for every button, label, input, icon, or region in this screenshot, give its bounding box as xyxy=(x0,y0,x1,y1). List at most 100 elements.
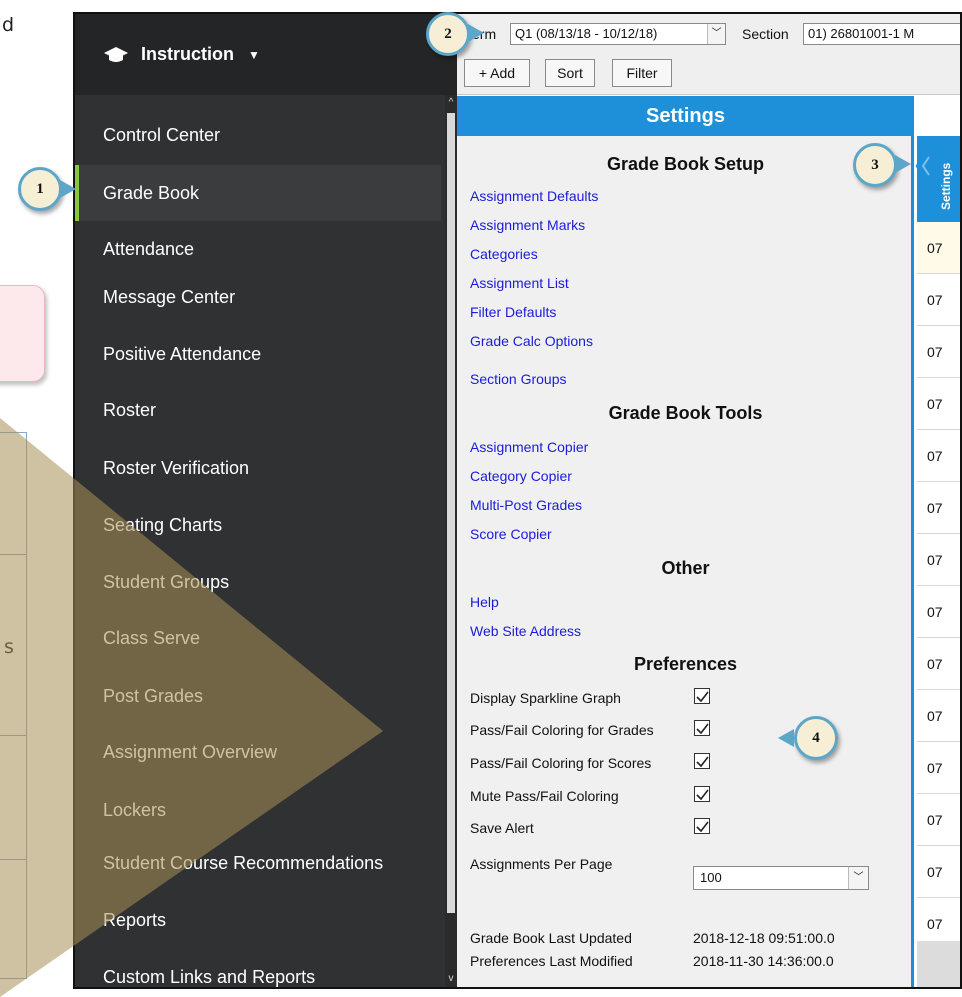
doc-table-row-line xyxy=(0,859,27,860)
sidebar-item-assignment-overview[interactable]: Assignment Overview xyxy=(75,724,441,780)
sidebar-item-class-serve[interactable]: Class Serve xyxy=(75,610,441,666)
grid-cell[interactable]: 07 xyxy=(917,794,960,846)
graduation-cap-icon xyxy=(104,46,128,62)
sidebar-scrollbar[interactable]: ^ v xyxy=(445,95,457,987)
link-categories[interactable]: Categories xyxy=(470,246,538,262)
grade-grid: Settings 07 07 07 07 07 07 07 07 07 07 0… xyxy=(917,96,960,987)
section-heading-tools: Grade Book Tools xyxy=(608,403,763,423)
pref-label: Mute Pass/Fail Coloring xyxy=(470,788,619,804)
settings-side-tab-label: Settings xyxy=(939,162,953,210)
grid-cell[interactable]: 07 xyxy=(917,482,960,534)
grid-cell[interactable]: 07 xyxy=(917,690,960,742)
scrollbar-thumb[interactable] xyxy=(447,113,455,913)
callout-badge-3: 3 xyxy=(853,143,897,187)
sidebar-item-label: Seating Charts xyxy=(103,514,223,535)
link-section-groups[interactable]: Section Groups xyxy=(470,371,567,387)
sidebar-item-student-course-recommendations[interactable]: Student Course Recommendations xyxy=(75,835,441,891)
checkbox-pass-fail-grades[interactable] xyxy=(694,720,710,736)
grid-cell[interactable]: 07 xyxy=(917,274,960,326)
link-assignment-list[interactable]: Assignment List xyxy=(470,275,569,291)
doc-text-fragment-top: d xyxy=(2,14,15,36)
sidebar-item-student-groups[interactable]: Student Groups xyxy=(75,554,441,610)
assignments-per-page-select[interactable]: 100 ﹀ xyxy=(693,866,869,890)
doc-table-row-line xyxy=(0,735,27,736)
section-heading-setup: Grade Book Setup xyxy=(606,154,765,174)
section-select[interactable]: 01) 26801001-1 M xyxy=(803,23,960,45)
checkbox-display-sparkline[interactable] xyxy=(694,688,710,704)
sidebar-item-label: Attendance xyxy=(103,238,195,259)
sidebar-item-label: Custom Links and Reports xyxy=(103,966,316,987)
section-heading-other: Other xyxy=(661,558,710,578)
sidebar-item-roster[interactable]: Roster xyxy=(75,382,441,438)
sidebar-item-label: Grade Book xyxy=(103,182,200,203)
sidebar-item-seating-charts[interactable]: Seating Charts xyxy=(75,497,441,553)
filter-button-label: Filter xyxy=(626,65,658,81)
filter-button[interactable]: Filter xyxy=(612,59,672,87)
checkbox-mute-pass-fail[interactable] xyxy=(694,786,710,802)
grid-cell[interactable]: 07 xyxy=(917,378,960,430)
pref-label: Pass/Fail Coloring for Grades xyxy=(470,722,654,738)
grid-cell[interactable]: 07 xyxy=(917,326,960,378)
check-icon xyxy=(696,821,709,833)
add-button-label: + Add xyxy=(478,65,516,81)
link-help[interactable]: Help xyxy=(470,594,499,610)
sidebar-item-roster-verification[interactable]: Roster Verification xyxy=(75,440,441,496)
chevron-down-icon: ﹀ xyxy=(707,24,725,44)
link-score-copier[interactable]: Score Copier xyxy=(470,526,552,542)
term-select[interactable]: Q1 (08/13/18 - 10/12/18) ﹀ xyxy=(510,23,726,45)
sidebar-item-label: Lockers xyxy=(103,799,167,820)
settings-title: Settings xyxy=(457,96,914,136)
sidebar-item-grade-book[interactable]: Grade Book xyxy=(75,165,441,221)
link-filter-defaults[interactable]: Filter Defaults xyxy=(470,304,556,320)
sidebar-item-control-center[interactable]: Control Center xyxy=(75,107,441,163)
check-icon xyxy=(696,723,709,735)
link-category-copier[interactable]: Category Copier xyxy=(470,468,572,484)
callout-pointer xyxy=(778,729,794,747)
collapse-panel-icon[interactable] xyxy=(913,151,931,181)
last-updated-value: 2018-12-18 09:51:00.0 xyxy=(693,930,835,946)
sidebar-header[interactable]: Instruction ▼ xyxy=(75,14,457,95)
grid-cell[interactable]: 07 xyxy=(917,430,960,482)
link-assignment-defaults[interactable]: Assignment Defaults xyxy=(470,188,598,204)
sidebar-item-positive-attendance[interactable]: Positive Attendance xyxy=(75,326,441,382)
add-button[interactable]: + Add xyxy=(464,59,530,87)
section-label: Section xyxy=(742,26,789,42)
link-assignment-copier[interactable]: Assignment Copier xyxy=(470,439,588,455)
sidebar-item-label: Control Center xyxy=(103,124,221,145)
grid-cell[interactable]: 07 xyxy=(917,638,960,690)
chevron-down-icon: ﹀ xyxy=(848,867,868,889)
sidebar-item-label: Assignment Overview xyxy=(103,741,278,762)
grid-cell[interactable]: 07 xyxy=(917,742,960,794)
sidebar-item-custom-links-and-reports[interactable]: Custom Links and Reports xyxy=(75,949,441,987)
grid-cell[interactable]: 07 xyxy=(917,586,960,638)
link-multi-post-grades[interactable]: Multi-Post Grades xyxy=(470,497,582,513)
sidebar-item-post-grades[interactable]: Post Grades xyxy=(75,668,441,724)
link-web-site-address[interactable]: Web Site Address xyxy=(470,623,581,639)
sidebar-item-label: Student Groups xyxy=(103,571,230,592)
checkbox-save-alert[interactable] xyxy=(694,818,710,834)
sidebar-item-message-center[interactable]: Message Center xyxy=(75,269,441,325)
pref-label: Pass/Fail Coloring for Scores xyxy=(470,755,652,771)
grid-cell[interactable]: 07 xyxy=(917,534,960,586)
per-page-label: Assignments Per Page xyxy=(470,856,613,872)
grid-cell[interactable]: 07 xyxy=(917,222,960,274)
callout-pointer xyxy=(60,180,76,198)
pref-label: Display Sparkline Graph xyxy=(470,690,621,706)
callout-badge-4: 4 xyxy=(794,716,838,760)
caret-down-icon: ▼ xyxy=(248,47,260,62)
callout-pointer xyxy=(468,24,484,42)
grid-footer xyxy=(917,941,960,987)
sort-button[interactable]: Sort xyxy=(545,59,595,87)
term-select-value: Q1 (08/13/18 - 10/12/18) xyxy=(515,26,658,41)
grid-cell[interactable]: 07 xyxy=(917,846,960,898)
toolbar: Term Q1 (08/13/18 - 10/12/18) ﹀ Section … xyxy=(457,14,960,95)
sidebar: Instruction ▼ Control Center Grade Book … xyxy=(75,14,457,987)
sidebar-item-label: Message Center xyxy=(103,286,236,307)
scroll-up-icon[interactable]: ^ xyxy=(445,97,457,108)
sidebar-item-reports[interactable]: Reports xyxy=(75,892,441,948)
checkbox-pass-fail-scores[interactable] xyxy=(694,753,710,769)
link-assignment-marks[interactable]: Assignment Marks xyxy=(470,217,585,233)
link-grade-calc-options[interactable]: Grade Calc Options xyxy=(470,333,593,349)
sidebar-item-lockers[interactable]: Lockers xyxy=(75,782,441,838)
scroll-down-icon[interactable]: v xyxy=(445,973,457,984)
